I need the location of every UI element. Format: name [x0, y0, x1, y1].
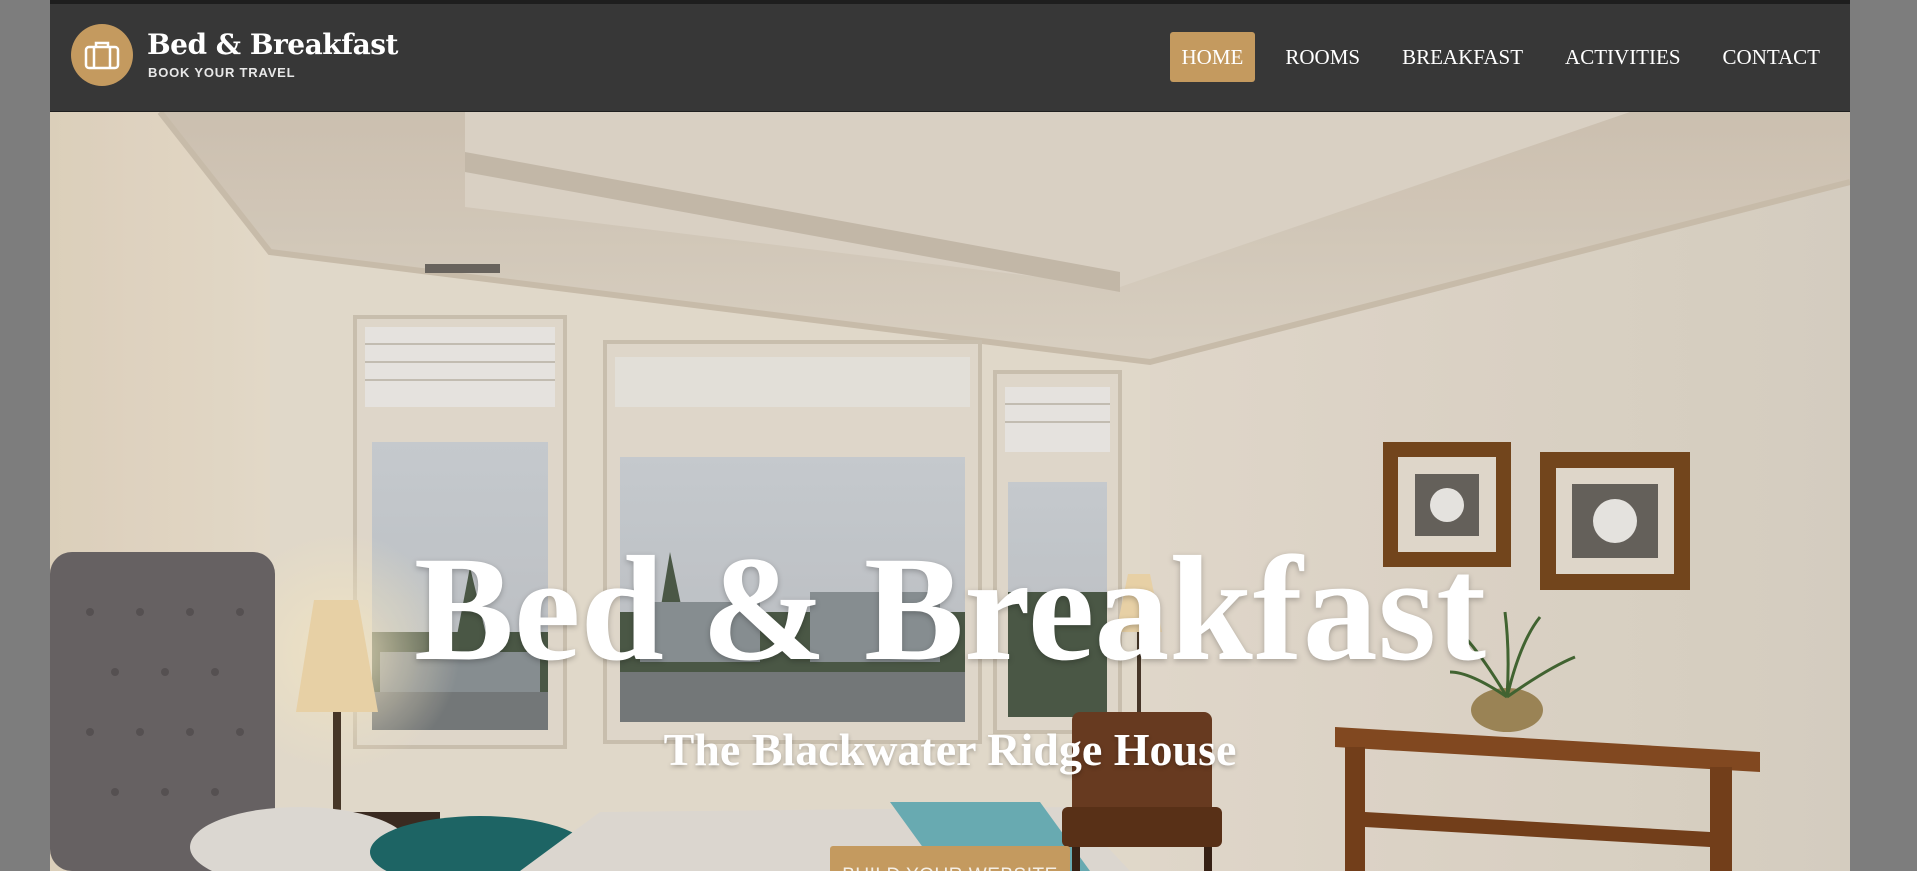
nav-item-rooms[interactable]: ROOMS: [1273, 32, 1372, 82]
site-header: Bed & Breakfast BOOK YOUR TRAVEL HOME RO…: [50, 4, 1850, 112]
nav-item-activities[interactable]: ACTIVITIES: [1553, 32, 1692, 82]
nav-item-contact[interactable]: CONTACT: [1711, 32, 1832, 82]
main-nav: HOME ROOMS BREAKFAST ACTIVITIES CONTACT: [1152, 32, 1832, 82]
logo-tagline: BOOK YOUR TRAVEL: [148, 65, 296, 80]
build-website-button[interactable]: BUILD YOUR WEBSITE: [830, 846, 1070, 871]
page: Bed & Breakfast BOOK YOUR TRAVEL HOME RO…: [50, 0, 1850, 871]
logo-title[interactable]: Bed & Breakfast: [147, 28, 399, 61]
nav-item-breakfast[interactable]: BREAKFAST: [1390, 32, 1535, 82]
hero-section: Bed & Breakfast The Blackwater Ridge Hou…: [50, 112, 1850, 871]
logo-badge[interactable]: [71, 24, 133, 86]
hero-subtitle: The Blackwater Ridge House: [663, 724, 1237, 775]
hero-title: Bed & Breakfast: [413, 526, 1487, 692]
suitcase-icon: [84, 41, 120, 70]
nav-item-home[interactable]: HOME: [1169, 32, 1256, 82]
